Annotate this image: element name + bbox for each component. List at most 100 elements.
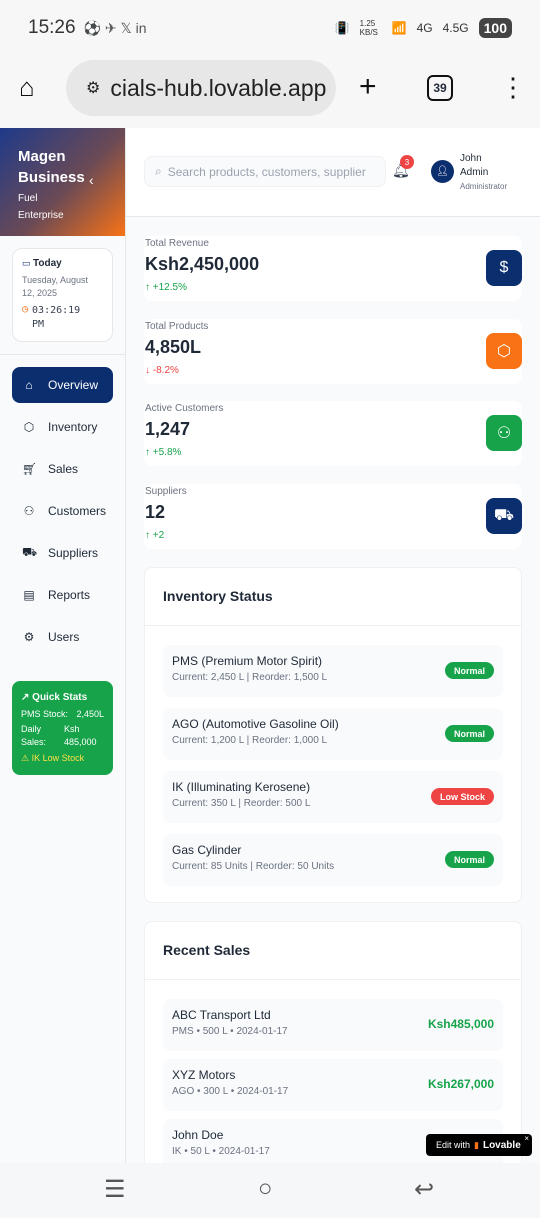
stat-label: Total Revenue	[145, 238, 209, 249]
sidebar-item-suppliers[interactable]: ⛟ Suppliers	[12, 535, 113, 571]
user-role: Administrator	[460, 182, 508, 191]
time: 03:26:19 PM	[32, 305, 81, 330]
notification-icons: ⚽ ✈ 𝕏 in	[83, 19, 147, 36]
package-icon: ⬡	[23, 420, 35, 434]
sale-amount: Ksh267,000	[427, 1077, 494, 1091]
back-button[interactable]: ↩	[414, 1175, 434, 1204]
quick-stats-title: Quick Stats	[32, 692, 88, 703]
signal-2: 4.5G	[442, 21, 469, 35]
site-settings-icon[interactable]: ⚙	[86, 78, 100, 98]
brand-subtitle: Fuel Enterprise	[18, 193, 64, 221]
stat-value: 4,850L	[145, 337, 202, 357]
recent-sales-card: Recent Sales ABC Transport Ltd PMS • 500 …	[144, 921, 522, 1163]
sidebar-item-overview[interactable]: ⌂ Overview	[12, 367, 113, 403]
status-badge: Low Stock	[430, 788, 494, 805]
lovable-logo-icon: ▮	[474, 1139, 479, 1150]
trending-up-icon: ↗	[21, 692, 30, 703]
stat-card-suppliers: Suppliers 12 ↑ +2 ⛟	[144, 484, 522, 549]
sidebar-item-sales[interactable]: 🛒︎ Sales	[12, 451, 113, 487]
tab-switcher[interactable]: 39	[427, 75, 453, 101]
sidebar-item-customers[interactable]: ⚇ Customers	[12, 493, 113, 529]
net-speed: 1.25 KB/S	[359, 19, 378, 37]
truck-icon: ⛟	[486, 498, 522, 534]
user-name: John Admin	[460, 153, 489, 178]
avatar[interactable]: 👤︎	[431, 160, 454, 183]
today-label: Today	[33, 258, 62, 269]
users-icon: ⚇	[23, 504, 35, 518]
sidebar-item-reports[interactable]: ▤ Reports	[12, 577, 113, 613]
pms-value: 2,450L	[76, 709, 104, 719]
home-icon: ⌂	[25, 378, 33, 392]
app: Magen Business Fuel Enterprise ‹ ▭ Today…	[0, 128, 540, 1163]
sidebar-item-label: Suppliers	[48, 546, 99, 560]
stat-label: Total Products	[145, 321, 209, 332]
stat-value: 12	[145, 502, 166, 522]
brand-header: Magen Business Fuel Enterprise ‹	[0, 128, 125, 236]
top-header: ⌕ Search products, customers, supplier 🔔︎…	[126, 128, 540, 217]
package-icon: ⬡	[486, 333, 522, 369]
sidebar: Magen Business Fuel Enterprise ‹ ▭ Today…	[0, 128, 126, 1163]
users-icon: ⚇	[486, 415, 522, 451]
lovable-prefix: Edit with	[436, 1140, 471, 1150]
status-bar: 15:26 ⚽ ✈ 𝕏 in 📳 1.25 KB/S 📶 4G 4.5G 100	[0, 0, 540, 56]
gear-icon: ⚙	[23, 630, 35, 644]
sidebar-item-label: Overview	[48, 378, 99, 392]
stat-value: 1,247	[145, 419, 191, 439]
battery: 100	[478, 18, 512, 38]
file-icon: ▤	[23, 588, 35, 602]
status-badge: Normal	[444, 725, 494, 742]
pms-label: PMS Stock:	[21, 709, 69, 719]
stat-change: ↑ +12.5%	[145, 282, 187, 293]
collapse-sidebar-icon[interactable]: ‹	[89, 172, 94, 188]
address-bar[interactable]: ⚙ cials-hub.lovable.app	[66, 60, 336, 116]
sidebar-item-label: Inventory	[48, 420, 98, 434]
sidebar-item-label: Users	[48, 630, 80, 644]
dollar-icon: $	[486, 250, 522, 286]
section-title: Inventory Status	[145, 568, 521, 626]
stat-label: Suppliers	[145, 486, 187, 497]
search-input[interactable]: ⌕ Search products, customers, supplier	[144, 156, 386, 187]
sales-value: Ksh 485,000	[64, 724, 97, 747]
recent-apps-button[interactable]: ☰	[104, 1175, 126, 1204]
sales-label: Daily Sales:	[21, 724, 47, 747]
stat-change: ↓ -8.2%	[145, 365, 179, 376]
lovable-brand: Lovable	[482, 1139, 521, 1151]
home-button[interactable]: ○	[258, 1175, 273, 1203]
edit-with-lovable-badge[interactable]: Edit with ▮ Lovable ×	[426, 1134, 532, 1156]
notification-badge: 3	[400, 155, 414, 169]
menu-icon[interactable]: ⋮	[500, 72, 526, 103]
low-stock-warning: ⚠ IK Low Stock	[21, 753, 85, 763]
status-badge: Normal	[444, 851, 494, 868]
signal-1: 4G	[416, 21, 433, 35]
sidebar-item-inventory[interactable]: ⬡ Inventory	[12, 409, 113, 445]
clock-icon: ◷	[22, 304, 29, 315]
sidebar-item-users[interactable]: ⚙ Users	[12, 619, 113, 655]
search-placeholder: Search products, customers, supplier	[167, 164, 366, 179]
stat-card-customers: Active Customers 1,247 ↑ +5.8% ⚇	[144, 401, 522, 466]
vibrate-icon: 📳	[334, 21, 350, 35]
search-icon: ⌕	[155, 164, 162, 178]
truck-icon: ⛟	[22, 545, 38, 559]
sale-amount: Ksh485,000	[427, 1017, 494, 1031]
new-tab-icon[interactable]: +	[359, 70, 377, 104]
cart-icon: 🛒︎	[22, 462, 38, 476]
url-text: cials-hub.lovable.app	[110, 74, 327, 101]
user-info[interactable]: John Admin Administrator	[460, 152, 507, 194]
stat-label: Active Customers	[145, 403, 224, 414]
main-content: ⌕ Search products, customers, supplier 🔔︎…	[126, 128, 540, 1163]
sidebar-item-label: Customers	[48, 504, 107, 518]
inventory-item: PMS (Premium Motor Spirit) Current: 2,450…	[163, 645, 503, 697]
home-icon[interactable]: ⌂	[19, 72, 35, 103]
inventory-item: IK (Illuminating Kerosene) Current: 350 L…	[163, 771, 503, 823]
today-card: ▭ Today Tuesday, August 12, 2025 ◷ 03:26:…	[12, 248, 113, 342]
status-badge: Normal	[444, 662, 494, 679]
clock: 15:26	[28, 17, 76, 38]
inventory-item: Gas Cylinder Current: 85 Units | Reorder:…	[163, 834, 503, 886]
stat-card-revenue: Total Revenue Ksh2,450,000 ↑ +12.5% $	[144, 236, 522, 301]
close-icon[interactable]: ×	[524, 1134, 529, 1143]
stat-card-products: Total Products 4,850L ↓ -8.2% ⬡	[144, 319, 522, 384]
quick-stats: ↗ Quick Stats PMS Stock: 2,450L Daily Sal…	[12, 681, 113, 775]
sale-item: ABC Transport Ltd PMS • 500 L • 2024-01-1…	[163, 999, 503, 1051]
sale-item: XYZ Motors AGO • 300 L • 2024-01-17 Ksh267…	[163, 1059, 503, 1111]
sidebar-nav: ⌂ Overview ⬡ Inventory 🛒︎ Sales ⚇ Customers …	[0, 355, 125, 673]
